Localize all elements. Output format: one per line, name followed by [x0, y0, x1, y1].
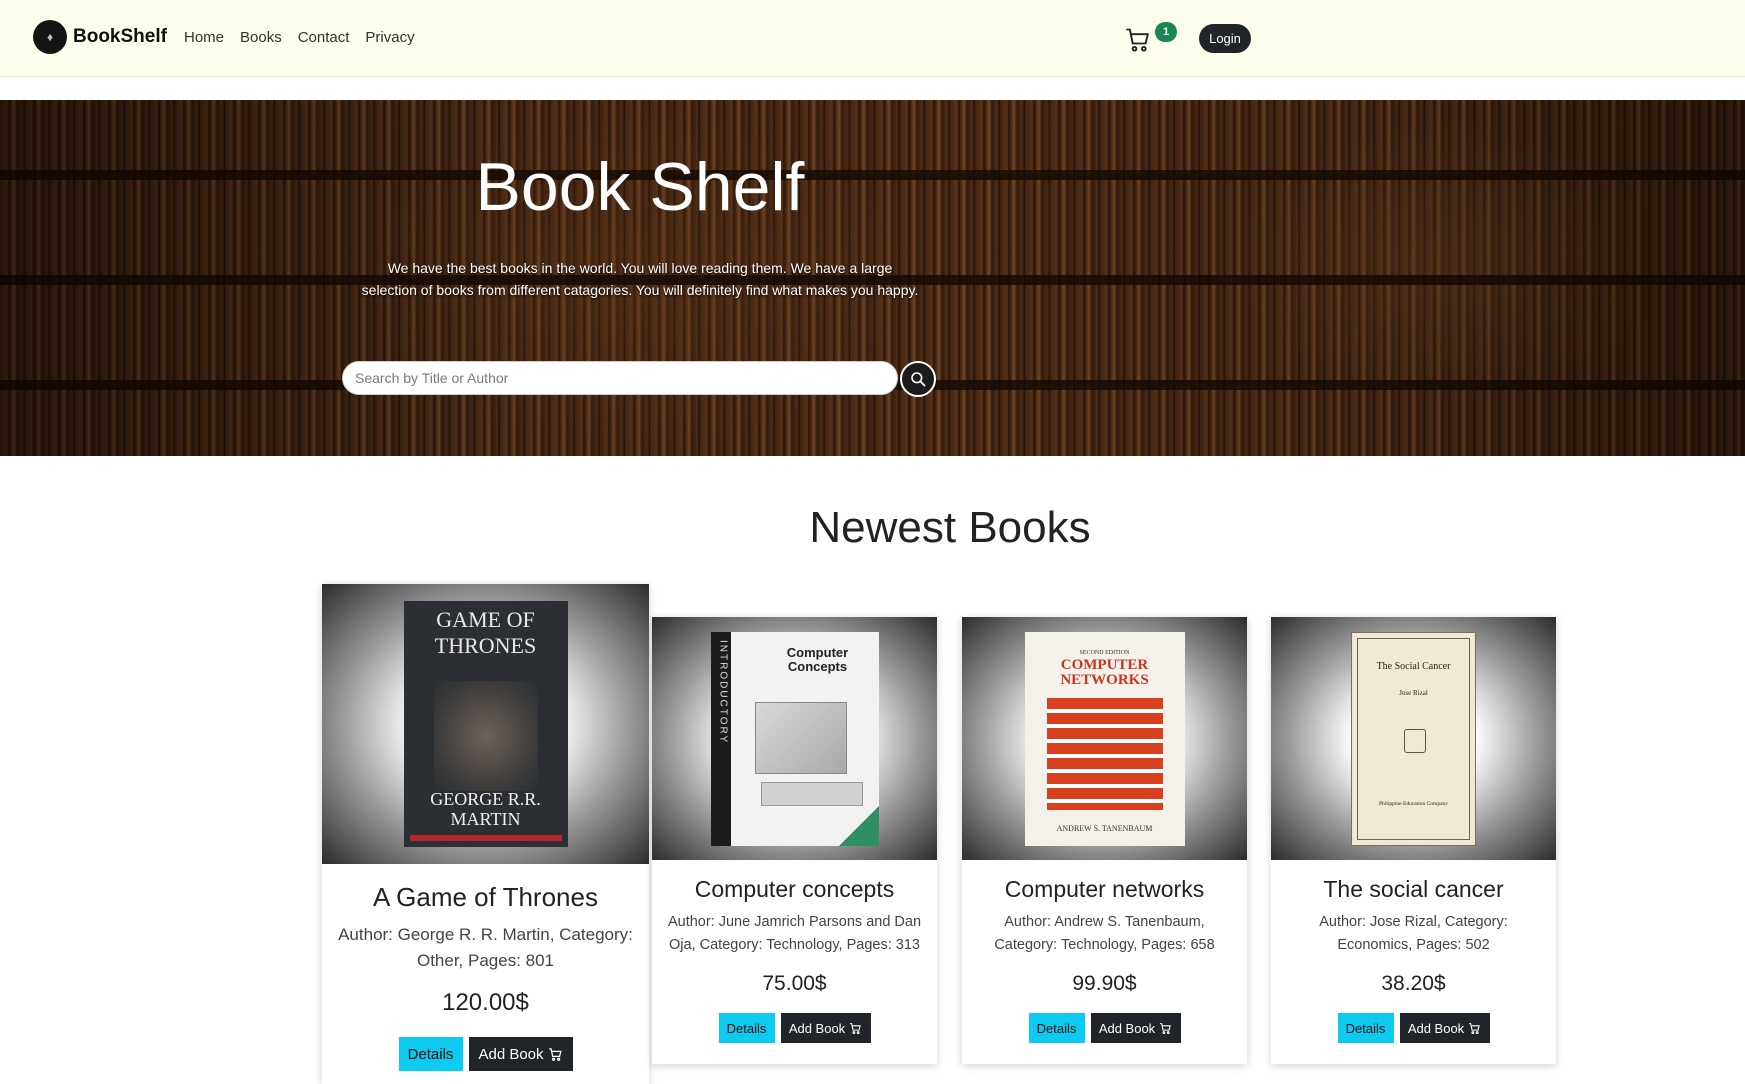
book-meta: Author: June Jamrich Parsons and Dan Oja…	[667, 914, 922, 953]
navbar: ♦ BookShelf Home Books Contact Privacy 1…	[0, 0, 1745, 77]
add-book-label: Add Book	[1098, 1020, 1156, 1036]
cover-title-text: The Social Cancer	[1376, 660, 1451, 672]
add-book-button[interactable]: Add Book	[468, 1037, 573, 1071]
hero-title: Book Shelf	[475, 149, 805, 225]
add-book-label: Add Book	[788, 1020, 846, 1036]
add-book-label: Add Book	[1407, 1020, 1465, 1036]
cover-author-text: GEORGE R.R. MARTIN	[430, 789, 541, 829]
book-card: SECOND EDITION COMPUTER NETWORKS ANDREW …	[962, 617, 1247, 1064]
cart-icon	[1469, 1022, 1480, 1034]
book-card: GAME OF THRONES GEORGE R.R. MARTIN A Gam…	[322, 584, 649, 1084]
book-cover-image: SECOND EDITION COMPUTER NETWORKS ANDREW …	[1024, 631, 1185, 846]
book-actions: Details Add Book	[652, 1013, 937, 1043]
cover-spine-text: INTRODUCTORY	[717, 639, 729, 744]
book-title: Computer networks	[1004, 876, 1205, 902]
book-cover-area[interactable]: GAME OF THRONES GEORGE R.R. MARTIN	[322, 584, 649, 864]
book-cover-area[interactable]: INTRODUCTORY Computer Concepts	[652, 617, 937, 860]
hero-banner: Book Shelf We have the best books in the…	[0, 100, 1745, 456]
login-button[interactable]: Login	[1199, 24, 1251, 53]
add-book-button[interactable]: Add Book	[1399, 1013, 1490, 1043]
book-meta: Author: Jose Rizal, Category: Economics,…	[1319, 914, 1508, 953]
book-cover-area[interactable]: The Social Cancer Jose Rizal Philippine …	[1271, 617, 1556, 860]
book-meta: Author: Andrew S. Tanenbaum, Category: T…	[994, 914, 1215, 953]
cart-icon	[850, 1022, 861, 1034]
add-book-button[interactable]: Add Book	[1090, 1013, 1181, 1043]
search-icon	[911, 372, 926, 387]
details-button[interactable]: Details	[1028, 1013, 1085, 1043]
cart-count-badge: 1	[1155, 22, 1177, 42]
brand-logo-icon: ♦	[33, 20, 67, 54]
cover-emblem	[1404, 728, 1426, 753]
cover-title-text: Computer Concepts	[786, 644, 849, 674]
cover-author-text: Jose Rizal	[1399, 688, 1428, 697]
book-cover-image: GAME OF THRONES GEORGE R.R. MARTIN	[403, 601, 568, 847]
book-actions: Details Add Book	[322, 1037, 649, 1071]
book-meta: Author: George R. R. Martin, Category: O…	[338, 925, 633, 970]
nav-links: Home Books Contact Privacy	[184, 29, 415, 46]
details-button[interactable]: Details	[398, 1037, 463, 1071]
search-button[interactable]	[900, 361, 936, 397]
book-card: The Social Cancer Jose Rizal Philippine …	[1271, 617, 1556, 1064]
nav-link-books[interactable]: Books	[240, 29, 282, 46]
section-title: Newest Books	[809, 503, 1091, 552]
book-price: 38.20$	[1381, 972, 1446, 995]
cover-title-text: COMPUTER NETWORKS	[1060, 656, 1149, 688]
cover-computer	[754, 701, 847, 774]
cover-author-text: ANDREW S. TANENBAUM	[1056, 823, 1153, 833]
cover-keyboard	[760, 781, 863, 806]
book-price: 75.00$	[762, 972, 827, 995]
cover-figure	[433, 681, 538, 791]
cart-icon[interactable]	[1124, 26, 1152, 54]
hero-description: We have the best books in the world. You…	[361, 260, 919, 298]
details-button[interactable]: Details	[1337, 1013, 1394, 1043]
cover-stripe	[409, 835, 562, 841]
search-input[interactable]	[342, 361, 898, 395]
book-actions: Details Add Book	[1271, 1013, 1556, 1043]
nav-link-home[interactable]: Home	[184, 29, 224, 46]
book-title: The social cancer	[1323, 876, 1504, 902]
book-title: Computer concepts	[694, 876, 895, 902]
nav-link-privacy[interactable]: Privacy	[365, 29, 414, 46]
cover-corner	[838, 805, 879, 846]
nav-link-contact[interactable]: Contact	[298, 29, 350, 46]
book-price: 120.00$	[442, 989, 529, 1016]
cover-edition-text: SECOND EDITION	[1079, 649, 1130, 656]
cover-title-text: GAME OF THRONES	[434, 607, 537, 658]
cover-publisher-text: Philippine Education Company	[1378, 800, 1449, 807]
cover-bars	[1046, 697, 1163, 810]
details-button[interactable]: Details	[718, 1013, 775, 1043]
add-book-button[interactable]: Add Book	[780, 1013, 871, 1043]
add-book-label: Add Book	[478, 1045, 544, 1063]
book-title: A Game of Thrones	[373, 882, 598, 912]
cart-icon	[1160, 1022, 1171, 1034]
book-card: INTRODUCTORY Computer Concepts Computer …	[652, 617, 937, 1064]
book-price: 99.90$	[1072, 972, 1137, 995]
book-cover-image: The Social Cancer Jose Rizal Philippine …	[1351, 631, 1476, 846]
brand-name: BookShelf	[73, 26, 167, 47]
book-cover-image: INTRODUCTORY Computer Concepts	[710, 631, 879, 846]
brand[interactable]: ♦ BookShelf	[33, 20, 167, 54]
cart-icon	[548, 1047, 562, 1061]
book-cover-area[interactable]: SECOND EDITION COMPUTER NETWORKS ANDREW …	[962, 617, 1247, 860]
book-actions: Details Add Book	[962, 1013, 1247, 1043]
